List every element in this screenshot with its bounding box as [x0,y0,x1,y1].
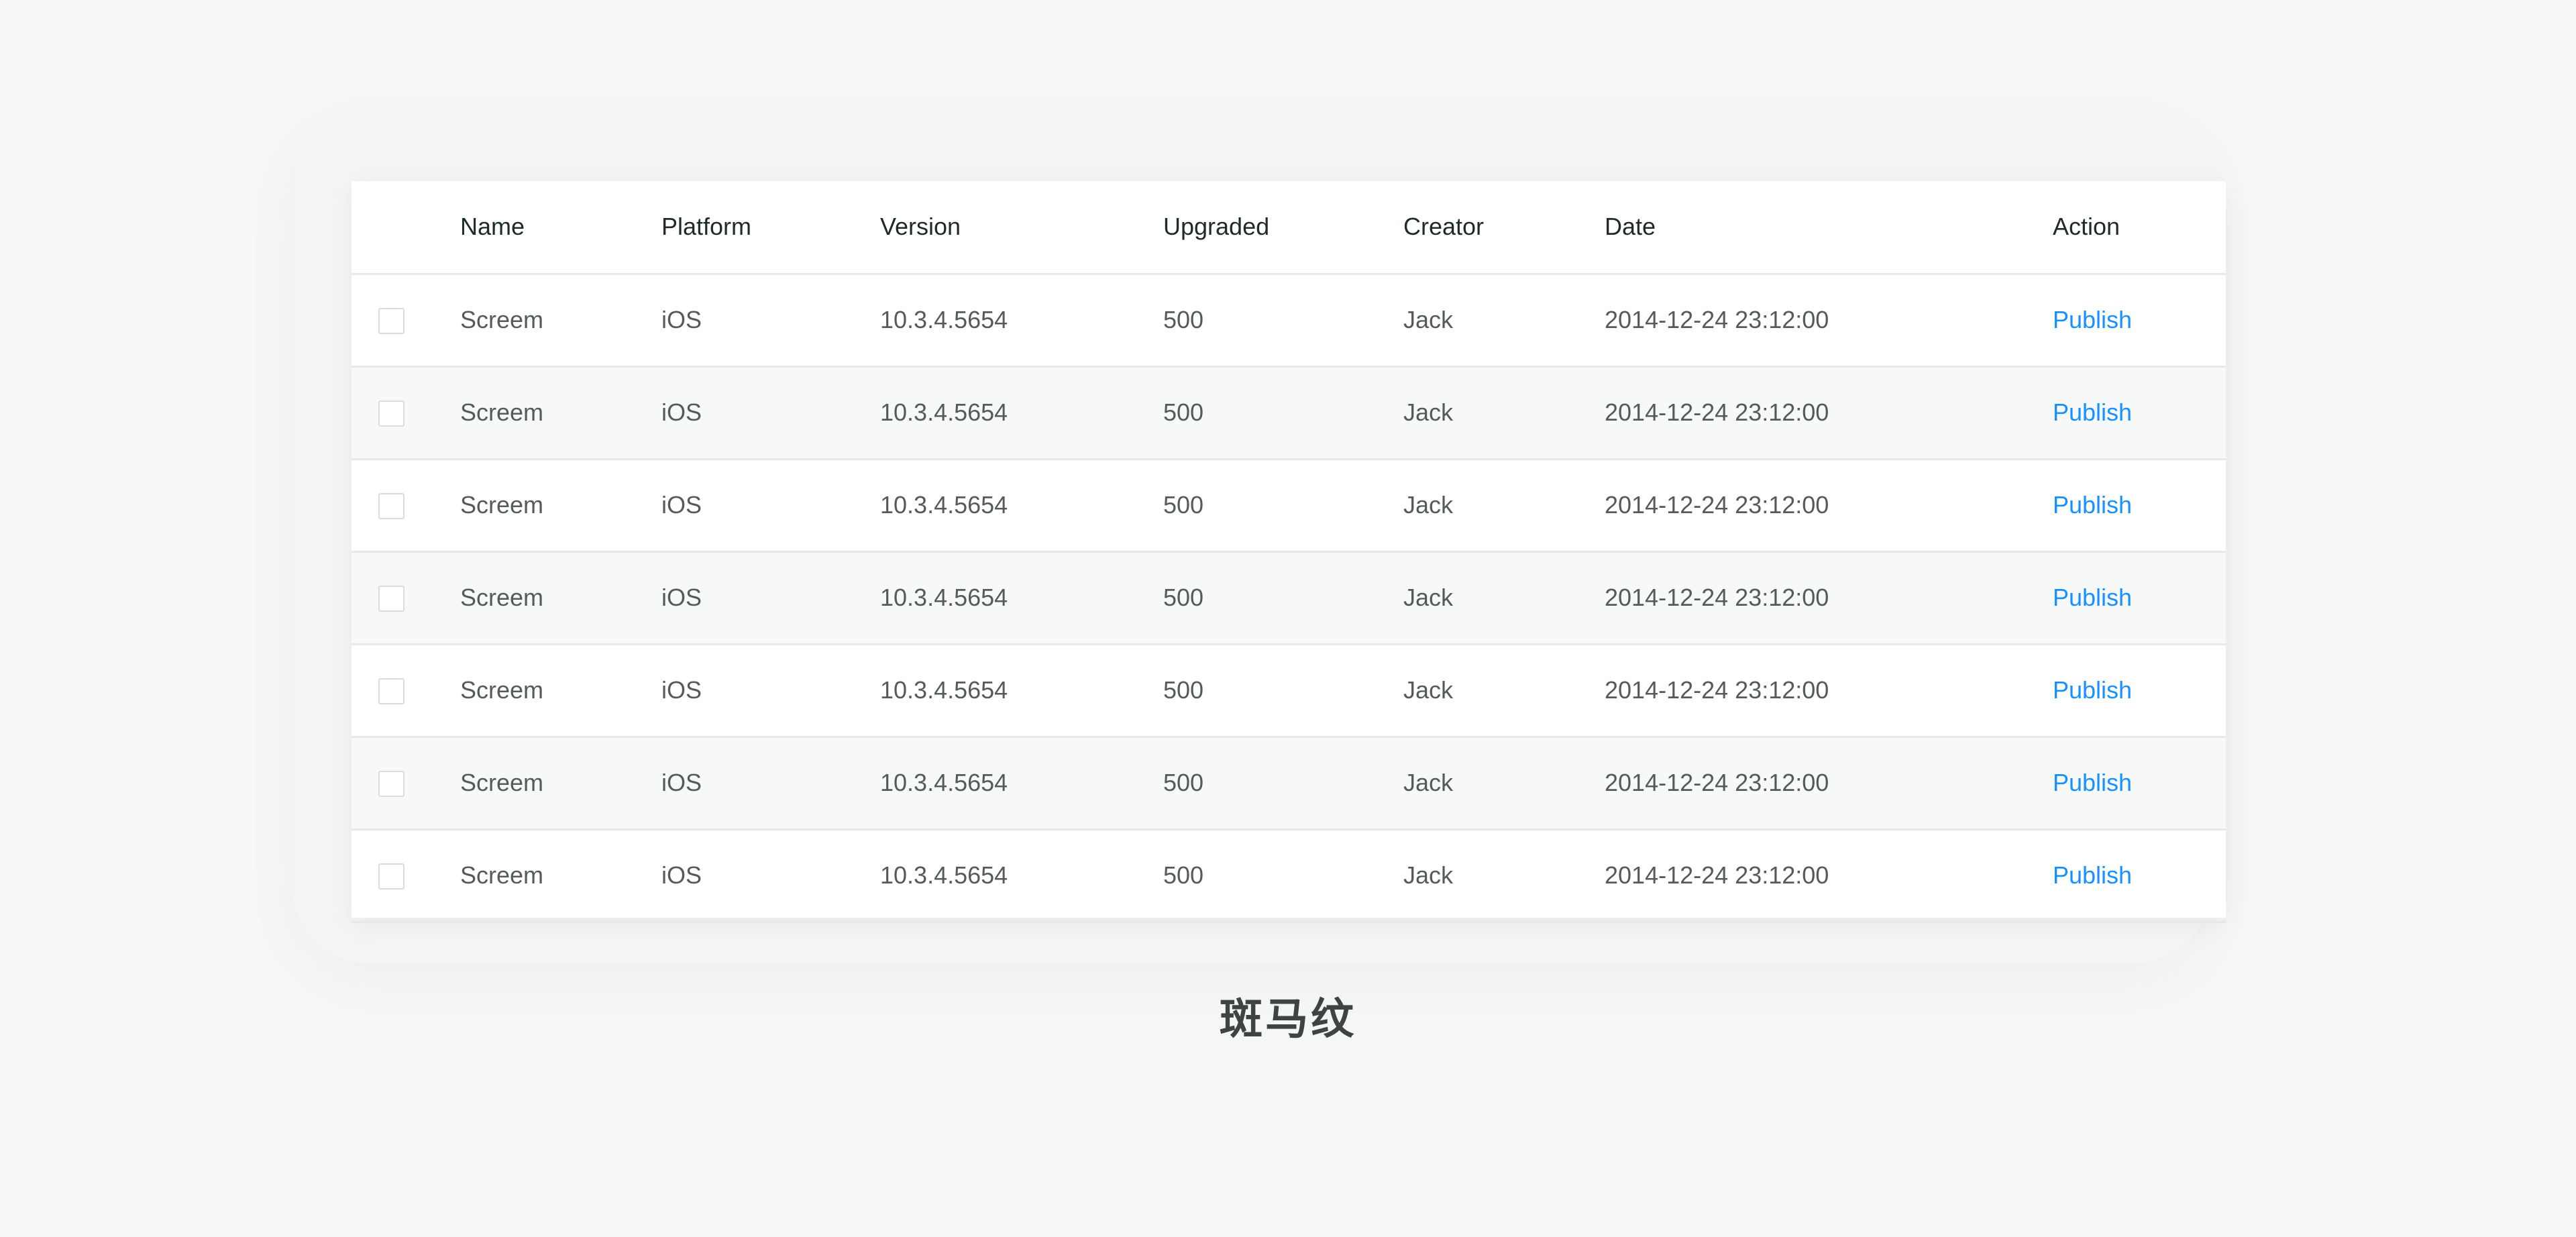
row-checkbox[interactable] [378,771,405,798]
table-row: Screem iOS 10.3.4.5654 500 Jack 2014-12-… [352,459,2226,551]
header-row: Name Platform Version Upgraded Creator D… [352,181,2226,274]
cell-creator: Jack [1403,584,1454,611]
row-checkbox[interactable] [378,493,405,520]
cell-upgraded: 500 [1163,584,1204,611]
cell-creator: Jack [1403,306,1454,333]
row-checkbox[interactable] [378,586,405,612]
cell-date: 2014-12-24 23:12:00 [1605,398,1829,426]
column-header-action: Action [2053,213,2121,241]
cell-date: 2014-12-24 23:12:00 [1605,584,1829,611]
publish-link[interactable]: Publish [2053,306,2132,333]
table-row: Screem iOS 10.3.4.5654 500 Jack 2014-12-… [352,737,2226,829]
cell-action: Publish [2053,274,2226,366]
cell-creator: Jack [1403,398,1454,426]
cell-name: Screem [460,584,544,611]
row-checkbox-cell [352,366,460,459]
cell-platform: iOS [661,491,702,519]
cell-action: Publish [2053,366,2226,459]
row-checkbox-cell [352,829,460,922]
row-checkbox-cell [352,459,460,551]
column-header-date: Date [1605,213,1656,241]
cell-name: Screem [460,769,544,796]
cell-upgraded: 500 [1163,491,1204,519]
column-header-version: Version [880,213,961,241]
column-header-platform: Platform [661,213,752,241]
cell-date: 2014-12-24 23:12:00 [1605,306,1829,333]
row-checkbox-cell [352,737,460,829]
column-header-upgraded: Upgraded [1163,213,1270,241]
cell-platform: iOS [661,398,702,426]
publish-link[interactable]: Publish [2053,398,2132,426]
zebra-table: Name Platform Version Upgraded Creator D… [352,181,2226,923]
cell-creator: Jack [1403,769,1454,796]
row-checkbox[interactable] [378,678,405,705]
cell-upgraded: 500 [1163,676,1204,704]
column-header-name: Name [460,213,525,241]
cell-platform: iOS [661,769,702,796]
cell-creator: Jack [1403,491,1454,519]
caption-title: 斑马纹 [1220,995,1356,1044]
cell-name: Screem [460,398,544,426]
row-checkbox[interactable] [378,863,405,890]
cell-platform: iOS [661,306,702,333]
cell-action: Publish [2053,737,2226,829]
row-checkbox[interactable] [378,308,405,335]
publish-link[interactable]: Publish [2053,769,2132,796]
row-checkbox-cell [352,274,460,366]
header-checkbox-cell [352,181,460,274]
cell-platform: iOS [661,584,702,611]
cell-date: 2014-12-24 23:12:00 [1605,676,1829,704]
publish-link[interactable]: Publish [2053,491,2132,519]
table-row: Screem iOS 10.3.4.5654 500 Jack 2014-12-… [352,366,2226,459]
cell-upgraded: 500 [1163,769,1204,796]
cell-upgraded: 500 [1163,861,1204,889]
publish-link[interactable]: Publish [2053,584,2132,611]
cell-date: 2014-12-24 23:12:00 [1605,769,1829,796]
cell-version: 10.3.4.5654 [880,306,1008,333]
cell-name: Screem [460,861,544,889]
column-header-creator: Creator [1403,213,1485,241]
row-checkbox-cell [352,551,460,644]
cell-name: Screem [460,676,544,704]
publish-link[interactable]: Publish [2053,676,2132,704]
cell-action: Publish [2053,551,2226,644]
cell-name: Screem [460,306,544,333]
cell-version: 10.3.4.5654 [880,584,1008,611]
cell-version: 10.3.4.5654 [880,676,1008,704]
cell-creator: Jack [1403,861,1454,889]
cell-version: 10.3.4.5654 [880,861,1008,889]
cell-action: Publish [2053,644,2226,737]
cell-version: 10.3.4.5654 [880,769,1008,796]
cell-platform: iOS [661,676,702,704]
table-row: Screem iOS 10.3.4.5654 500 Jack 2014-12-… [352,551,2226,644]
cell-creator: Jack [1403,676,1454,704]
cell-version: 10.3.4.5654 [880,491,1008,519]
cell-upgraded: 500 [1163,306,1204,333]
data-table-container: Name Platform Version Upgraded Creator D… [352,181,2226,922]
table-row: Screem iOS 10.3.4.5654 500 Jack 2014-12-… [352,644,2226,737]
table-row: Screem iOS 10.3.4.5654 500 Jack 2014-12-… [352,274,2226,366]
cell-version: 10.3.4.5654 [880,398,1008,426]
row-checkbox-cell [352,644,460,737]
cell-action: Publish [2053,459,2226,551]
cell-action: Publish [2053,829,2226,922]
table-body: Screem iOS 10.3.4.5654 500 Jack 2014-12-… [352,274,2226,922]
cell-date: 2014-12-24 23:12:00 [1605,491,1829,519]
cell-name: Screem [460,491,544,519]
table-header: Name Platform Version Upgraded Creator D… [352,181,2226,274]
cell-platform: iOS [661,861,702,889]
cell-date: 2014-12-24 23:12:00 [1605,861,1829,889]
publish-link[interactable]: Publish [2053,861,2132,889]
row-checkbox[interactable] [378,400,405,427]
cell-upgraded: 500 [1163,398,1204,426]
table-row: Screem iOS 10.3.4.5654 500 Jack 2014-12-… [352,829,2226,922]
